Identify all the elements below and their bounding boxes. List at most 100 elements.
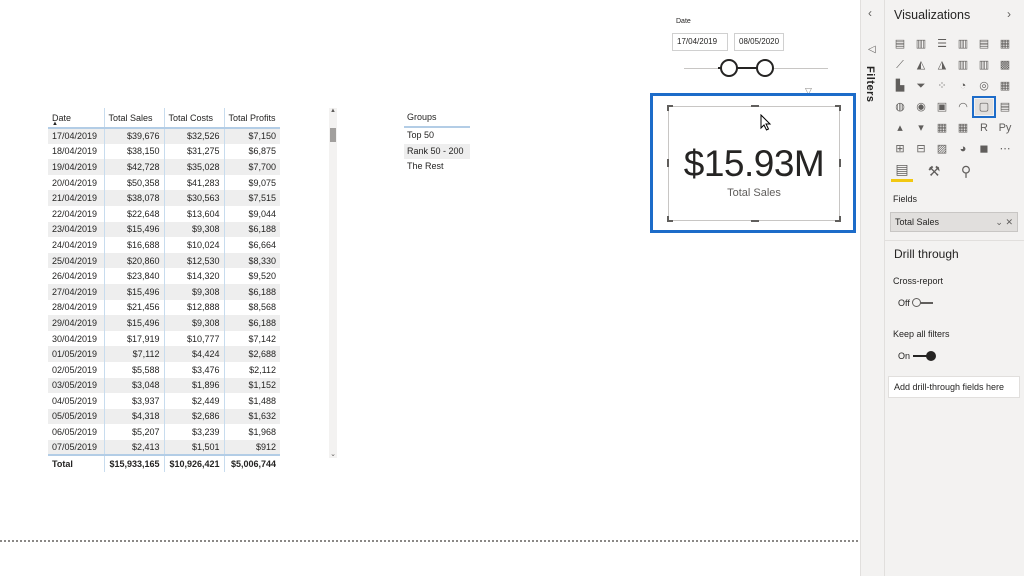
scroll-up-icon[interactable]: ▲ [329,108,337,114]
card-icon[interactable]: ▢ [972,96,996,118]
slicer-icon[interactable]: ▾ [912,120,930,136]
100-bar-chart-icon[interactable]: ▤ [975,36,993,52]
table-row[interactable]: 19/04/2019 $42,728 $35,028 $7,700 [48,159,280,175]
decomposition-tree-icon[interactable]: ⊟ [912,141,930,157]
table-row[interactable]: 07/05/2019 $2,413 $1,501 $912 [48,439,280,456]
column-header-total-costs[interactable]: Total Costs [164,108,225,129]
donut-chart-icon[interactable]: ◎ [975,78,993,94]
resize-handle-bottom-left[interactable] [667,216,673,222]
chevron-left-icon[interactable]: ‹ [868,6,872,20]
drill-through-fields-well[interactable]: Add drill-through fields here [888,376,1020,398]
end-date-input[interactable]: 08/05/2020 [734,33,784,51]
stacked-area-chart-icon[interactable]: ◮ [933,57,951,73]
funnel-chart-icon[interactable]: ⏷ [912,78,930,94]
scatter-chart-icon[interactable]: ⁘ [933,78,951,94]
map-icon[interactable]: ◍ [891,99,909,115]
waterfall-chart-icon[interactable]: ▙ [891,78,909,94]
group-row-the-rest[interactable]: The Rest [404,159,470,175]
table-scrollbar[interactable]: ▲ ⌄ [329,108,337,458]
stacked-bar-chart-icon[interactable]: ▤ [891,36,909,52]
resize-handle-top-left[interactable] [667,105,673,111]
resize-handle-top-right[interactable] [835,105,841,111]
more-visuals-icon[interactable]: ⋯ [996,141,1014,157]
table-row[interactable]: 22/04/2019 $22,648 $13,604 $9,044 [48,205,280,222]
table-row[interactable]: 05/05/2019 $4,318 $2,686 $1,632 [48,408,280,425]
keep-all-filters-toggle[interactable]: On [898,351,937,361]
table-row[interactable]: 30/04/2019 $17,919 $10,777 $7,142 [48,330,280,347]
resize-handle-bottom[interactable] [751,220,759,222]
pie-chart-icon[interactable]: ◔ [954,78,972,94]
table-icon[interactable]: ▦ [933,120,951,136]
analytics-magnifier-icon[interactable]: ⚲ [955,160,977,182]
table-row[interactable]: 28/04/2019 $21,456 $12,888 $8,568 [48,299,280,316]
date-slider-end-handle[interactable] [756,59,774,77]
table-visual[interactable]: Date ▲ Total Sales Total Costs Total Pro… [48,108,338,473]
groups-table-visual[interactable]: Groups Top 50 Rank 50 - 200 The Rest [404,108,470,175]
column-header-total-sales[interactable]: Total Sales [104,108,165,129]
kpi-icon[interactable]: ▴ [891,120,909,136]
stacked-column-chart-icon[interactable]: ▥ [912,36,930,52]
table-row[interactable]: 21/04/2019 $38,078 $30,563 $7,515 [48,190,280,206]
qa-icon[interactable]: ▨ [933,141,951,157]
fields-tab-icon[interactable]: ▤ [891,160,913,182]
resize-handle-right[interactable] [839,159,841,167]
key-influencers-icon[interactable]: ⊞ [891,141,909,157]
table-row[interactable]: 02/05/2019 $5,588 $3,476 $2,112 [48,361,280,378]
area-chart-icon[interactable]: ◭ [912,57,930,73]
python-visual-icon[interactable]: Py [996,120,1014,136]
field-options-icon[interactable]: ⌄ ✕ [995,213,1013,231]
filters-pane-label[interactable]: Filters [864,66,876,103]
table-row[interactable]: 04/05/2019 $3,937 $2,449 $1,488 [48,393,280,409]
line-chart-icon[interactable]: ⟋ [891,57,909,73]
table-row[interactable]: 06/05/2019 $5,207 $3,239 $1,968 [48,424,280,440]
table-row[interactable]: 23/04/2019 $15,496 $9,308 $6,188 [48,221,280,238]
table-row[interactable]: 24/04/2019 $16,688 $10,024 $6,664 [48,237,280,253]
group-row-rank-50-200[interactable]: Rank 50 - 200 [404,143,470,160]
resize-handle-top[interactable] [751,105,759,107]
format-paint-roller-icon[interactable]: ⚒ [923,160,945,182]
clustered-bar-chart-icon[interactable]: ☰ [933,36,951,52]
table-row[interactable]: 26/04/2019 $23,840 $14,320 $9,520 [48,268,280,284]
date-slicer[interactable]: Date 17/04/2019 08/05/2020 [672,18,832,77]
column-header-date[interactable]: Date ▲ [48,108,105,129]
table-row[interactable]: 17/04/2019 $39,676 $32,526 $7,150 [48,128,280,144]
shape-map-icon[interactable]: ▣ [933,99,951,115]
cross-report-toggle[interactable]: Off [898,298,933,308]
treemap-icon[interactable]: ▦ [996,78,1014,94]
resize-handle-bottom-right[interactable] [835,216,841,222]
filters-pane-collapsed[interactable]: ‹ ◁ Filters [860,0,884,576]
table-row[interactable]: 27/04/2019 $15,496 $9,308 $6,188 [48,283,280,300]
card-visual[interactable]: $15.93M Total Sales [667,105,841,222]
line-column-chart-icon[interactable]: ▥ [954,57,972,73]
report-canvas[interactable]: Date ▲ Total Sales Total Costs Total Pro… [0,0,860,576]
filled-map-icon[interactable]: ◉ [912,99,930,115]
power-apps-icon[interactable]: ◼ [975,141,993,157]
line-stacked-column-chart-icon[interactable]: ▥ [975,57,993,73]
toggle-switch[interactable] [913,351,937,361]
card-visual-highlight[interactable]: $15.93M Total Sales [650,93,856,233]
table-row[interactable]: 18/04/2019 $38,150 $31,275 $6,875 [48,143,280,160]
matrix-icon[interactable]: ▦ [954,120,972,136]
fields-well-item[interactable]: Total Sales ⌄ ✕ [890,212,1018,232]
groups-column-header[interactable]: Groups [404,108,470,128]
date-slider-start-handle[interactable] [720,59,738,77]
arcgis-icon[interactable]: ◕ [954,141,972,157]
table-row[interactable]: 20/04/2019 $50,358 $41,283 $9,075 [48,174,280,191]
100-column-chart-icon[interactable]: ▦ [996,36,1014,52]
gauge-icon[interactable]: ◠ [954,99,972,115]
group-row-top-50[interactable]: Top 50 [404,128,470,144]
scroll-down-icon[interactable]: ⌄ [329,450,337,458]
start-date-input[interactable]: 17/04/2019 [672,33,728,51]
ribbon-chart-icon[interactable]: ▩ [996,57,1014,73]
chevron-right-icon[interactable]: › [1007,7,1011,21]
toggle-switch[interactable] [911,298,933,307]
clustered-column-chart-icon[interactable]: ▥ [954,36,972,52]
table-row[interactable]: 01/05/2019 $7,112 $4,424 $2,688 [48,346,280,362]
table-row[interactable]: 25/04/2019 $20,860 $12,530 $8,330 [48,252,280,269]
r-visual-icon[interactable]: R [975,120,993,136]
scroll-thumb[interactable] [330,128,336,142]
multi-row-card-icon[interactable]: ▤ [996,99,1014,115]
table-row[interactable]: 29/04/2019 $15,496 $9,308 $6,188 [48,315,280,331]
table-row[interactable]: 03/05/2019 $3,048 $1,896 $1,152 [48,377,280,394]
column-header-total-profits[interactable]: Total Profits [224,108,280,129]
